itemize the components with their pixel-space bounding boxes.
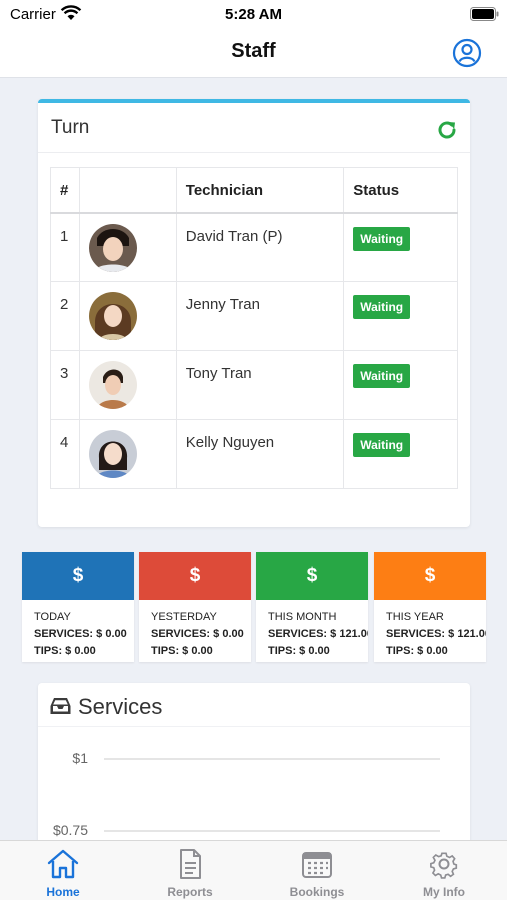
status-bar: Carrier 5:28 AM — [0, 0, 507, 30]
stat-body: TODAY SERVICES: $ 0.00 TIPS: $ 0.00 — [22, 600, 134, 660]
status-badge: Waiting — [353, 226, 411, 251]
page-title: Staff — [231, 40, 276, 62]
avatar — [88, 292, 137, 340]
stat-card-this-month[interactable]: $ THIS MONTH SERVICES: $ 121.00 TIPS: $ … — [256, 552, 368, 662]
row-number: 2 — [50, 281, 80, 351]
avatar-cell — [78, 281, 177, 351]
avatar — [88, 223, 137, 272]
gridline — [104, 758, 440, 760]
stat-body: THIS YEAR SERVICES: $ 121.00 TIPS: $ 0.0… — [374, 600, 486, 660]
clock: 5:28 AM — [225, 6, 282, 23]
column-header-avatar — [78, 167, 177, 214]
stat-period: TODAY — [34, 611, 71, 623]
table-header-row: # Technician Status — [50, 167, 458, 214]
stat-period: YESTERDAY — [151, 611, 217, 623]
stat-services: SERVICES: $ 121.00 — [268, 628, 368, 640]
stat-card-yesterday[interactable]: $ YESTERDAY SERVICES: $ 0.00 TIPS: $ 0.0… — [139, 552, 251, 662]
gear-icon — [430, 852, 458, 879]
technician-name: Jenny Tran — [175, 281, 345, 351]
turn-table: # Technician Status 1 David Tran (P) Wai… — [50, 167, 458, 489]
stat-body: YESTERDAY SERVICES: $ 0.00 TIPS: $ 0.00 — [139, 600, 251, 660]
technician-name: Tony Tran — [175, 350, 345, 420]
turn-header: Turn — [38, 103, 470, 153]
stat-card-this-year[interactable]: $ THIS YEAR SERVICES: $ 121.00 TIPS: $ 0… — [374, 552, 486, 662]
stat-body: THIS MONTH SERVICES: $ 121.00 TIPS: $ 0.… — [256, 600, 368, 660]
stat-services: SERVICES: $ 0.00 — [151, 628, 244, 640]
avatar-cell — [78, 350, 177, 420]
status-cell: Waiting — [343, 350, 458, 420]
battery-icon — [470, 7, 499, 21]
gridline — [104, 830, 440, 832]
dollar-icon: $ — [256, 552, 368, 600]
tab-bookings[interactable]: Bookings — [254, 841, 380, 900]
stat-tips: TIPS: $ 0.00 — [151, 645, 213, 657]
dollar-icon: $ — [374, 552, 486, 600]
table-row[interactable]: 4 Kelly Nguyen Waiting — [50, 419, 458, 489]
document-icon — [180, 849, 201, 879]
y-tick-label: $0.75 — [52, 822, 88, 838]
tab-label: Home — [46, 885, 80, 899]
calendar-icon — [302, 852, 332, 878]
nav-bar: Staff — [0, 30, 507, 78]
status-badge: Waiting — [353, 364, 411, 388]
stat-period: THIS MONTH — [268, 611, 337, 623]
tab-label: Reports — [167, 885, 213, 899]
stat-period: THIS YEAR — [386, 611, 444, 623]
refresh-icon[interactable] — [436, 119, 458, 141]
row-number: 1 — [50, 212, 80, 282]
home-icon — [47, 849, 79, 879]
table-row[interactable]: 2 Jenny Tran Waiting — [50, 281, 458, 351]
tab-label: Bookings — [289, 885, 345, 899]
row-number: 3 — [50, 350, 80, 420]
dollar-icon: $ — [22, 552, 134, 600]
services-header: Services — [38, 683, 470, 727]
inbox-icon — [50, 698, 71, 714]
avatar-cell — [78, 212, 177, 282]
turn-card: Turn # Technician Status 1 David Tran (P… — [38, 99, 470, 527]
table-row[interactable]: 3 Tony Tran Waiting — [50, 350, 458, 420]
avatar — [88, 430, 137, 478]
turn-title: Turn — [51, 117, 90, 138]
avatar — [88, 361, 137, 409]
row-number: 4 — [50, 419, 80, 489]
stat-tips: TIPS: $ 0.00 — [268, 645, 330, 657]
dollar-icon: $ — [139, 552, 251, 600]
user-circle-icon[interactable] — [452, 38, 482, 68]
tab-reports[interactable]: Reports — [127, 841, 253, 900]
status-badge: Waiting — [353, 433, 411, 457]
stat-services: SERVICES: $ 121.00 — [386, 628, 486, 640]
tab-my-info[interactable]: My Info — [381, 841, 507, 900]
stat-tips: TIPS: $ 0.00 — [386, 645, 448, 657]
column-header-status: Status — [343, 167, 458, 214]
status-cell: Waiting — [343, 212, 458, 282]
services-title: Services — [78, 694, 163, 719]
tab-bar: Home Reports Bookings My Info — [0, 840, 507, 900]
stat-card-today[interactable]: $ TODAY SERVICES: $ 0.00 TIPS: $ 0.00 — [22, 552, 134, 662]
technician-name: Kelly Nguyen — [175, 419, 345, 489]
column-header-number: # — [50, 167, 80, 214]
technician-name: David Tran (P) — [175, 212, 345, 282]
y-tick-label: $1 — [72, 750, 88, 766]
stat-tips: TIPS: $ 0.00 — [34, 645, 96, 657]
tab-home[interactable]: Home — [0, 841, 126, 900]
table-row[interactable]: 1 David Tran (P) Waiting — [50, 212, 458, 282]
tab-label: My Info — [423, 885, 465, 899]
column-header-technician: Technician — [175, 167, 345, 214]
status-cell: Waiting — [343, 281, 458, 351]
stat-services: SERVICES: $ 0.00 — [34, 628, 127, 640]
status-badge: Waiting — [353, 295, 411, 319]
avatar-cell — [78, 419, 177, 489]
status-cell: Waiting — [343, 419, 458, 489]
